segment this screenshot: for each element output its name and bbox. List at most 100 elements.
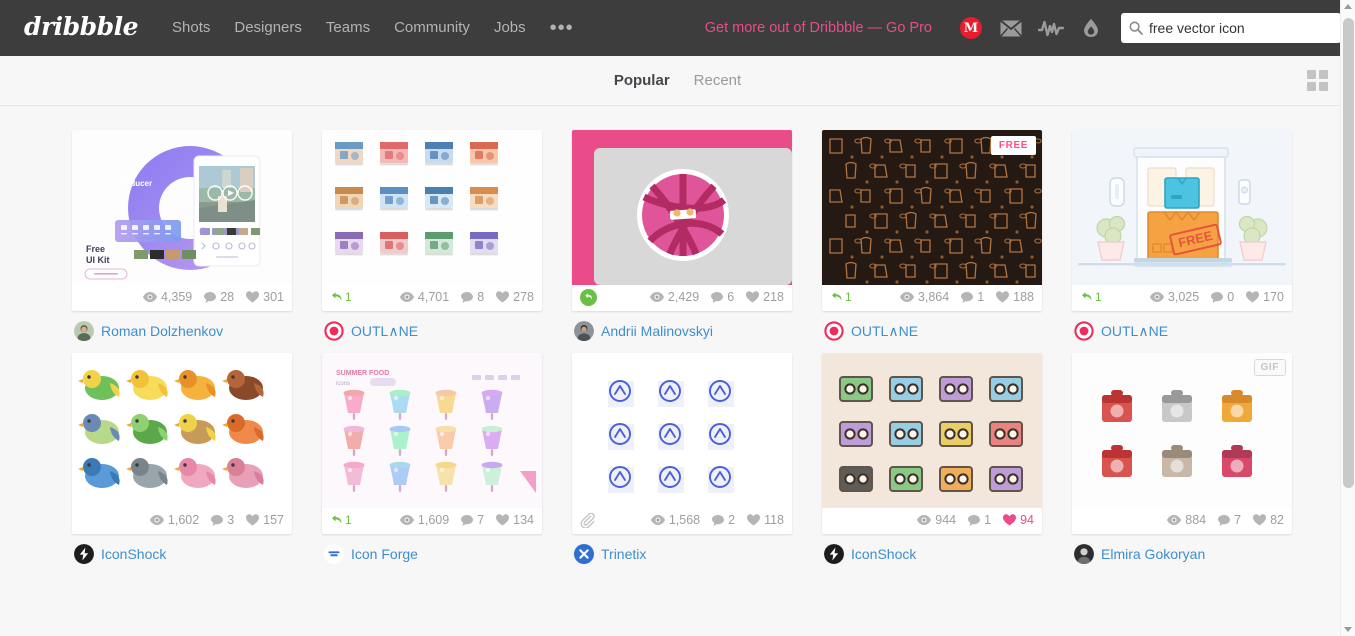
scroll-down-icon[interactable]: [1344, 627, 1352, 632]
likes-stat[interactable]: 278: [496, 290, 534, 304]
attachment-icon[interactable]: [580, 512, 595, 528]
avatar[interactable]: [574, 321, 594, 341]
author-name[interactable]: Elmira Gokoryan: [1101, 546, 1205, 562]
envelope-icon[interactable]: [994, 13, 1028, 43]
activity-icon[interactable]: [1034, 13, 1068, 43]
shot-item: GIF 884 7 82 Elmira Gokoryan: [1072, 353, 1292, 564]
likes-stat[interactable]: 94: [1003, 513, 1034, 527]
shot-thumbnail[interactable]: [572, 353, 792, 508]
grid-view-icon[interactable]: [1307, 70, 1329, 92]
avatar[interactable]: [74, 321, 94, 341]
search-box[interactable]: [1121, 13, 1341, 43]
shot-thumbnail[interactable]: SUMMER FOOD icons: [322, 353, 542, 508]
rebound-count: 1: [345, 513, 352, 527]
shot-grid: Video Producer Free UI Kit 4,359 28 301 …: [0, 106, 1355, 576]
likes-stat[interactable]: 170: [1246, 290, 1284, 304]
rebound-indicator[interactable]: 1: [330, 513, 352, 527]
author-name[interactable]: Roman Dolzhenkov: [101, 323, 223, 339]
shot-stats: 1,602 3 157: [138, 513, 284, 527]
svg-text:icons: icons: [336, 381, 350, 387]
shot-thumbnail[interactable]: FREE: [1072, 130, 1292, 285]
likes-count: 301: [263, 290, 284, 304]
shot-thumbnail[interactable]: [822, 353, 1042, 508]
shot-statbar: 1 3,864 1 188: [822, 285, 1042, 311]
shot-card[interactable]: SUMMER FOOD icons 1 1,609 7 134: [322, 353, 542, 534]
comments-count: 0: [1227, 290, 1235, 304]
likes-stat[interactable]: 301: [246, 290, 284, 304]
shot-thumbnail[interactable]: [322, 130, 542, 285]
author-name[interactable]: Andrii Malinovskyi: [601, 323, 713, 339]
author-name[interactable]: IconShock: [101, 546, 166, 562]
flame-icon[interactable]: [1074, 13, 1108, 43]
avatar[interactable]: [1074, 321, 1094, 341]
shot-card[interactable]: 1,568 2 118: [572, 353, 792, 534]
avatar[interactable]: [824, 321, 844, 341]
shot-thumbnail[interactable]: GIF: [1072, 353, 1292, 508]
comments-count: 8: [477, 290, 485, 304]
comments-stat: 7: [1218, 513, 1241, 527]
author-name[interactable]: Icon Forge: [351, 546, 418, 562]
user-avatar-photo: [1074, 544, 1094, 564]
shot-author: IconShock: [822, 544, 1042, 564]
shot-thumbnail[interactable]: [72, 353, 292, 508]
nav-more-icon[interactable]: •••: [538, 8, 586, 48]
nav-item-teams[interactable]: Teams: [314, 0, 382, 56]
author-name[interactable]: OUTL∧NE: [1101, 323, 1168, 340]
search-input[interactable]: [1149, 20, 1327, 36]
shot-card[interactable]: Video Producer Free UI Kit 4,359 28 301: [72, 130, 292, 311]
go-pro-link[interactable]: Get more out of Dribbble — Go Pro: [705, 20, 932, 36]
shot-statbar: 1,568 2 118: [572, 508, 792, 534]
comments-stat: 2: [712, 513, 735, 527]
shot-author: Icon Forge: [322, 544, 542, 564]
nav-item-shots[interactable]: Shots: [160, 0, 222, 56]
tab-popular[interactable]: Popular: [614, 72, 670, 89]
comments-count: 2: [728, 513, 736, 527]
shot-card[interactable]: 1,602 3 157: [72, 353, 292, 534]
avatar[interactable]: [74, 544, 94, 564]
shot-stats: 884 7 82: [1155, 513, 1284, 527]
author-name[interactable]: OUTL∧NE: [851, 323, 918, 340]
avatar[interactable]: [324, 544, 344, 564]
shot-card[interactable]: 944 1 94: [822, 353, 1042, 534]
author-name[interactable]: IconShock: [851, 546, 916, 562]
rebound-indicator[interactable]: 1: [330, 290, 352, 304]
views-count: 3,025: [1167, 290, 1200, 304]
author-name[interactable]: OUTL∧NE: [351, 323, 418, 340]
m-badge-icon[interactable]: M: [954, 13, 988, 43]
rebound-icon[interactable]: [580, 288, 597, 306]
shot-thumbnail[interactable]: [572, 130, 792, 285]
views-stat: 884: [1167, 513, 1206, 527]
shot-card[interactable]: FREE 1 3,025 0 170: [1072, 130, 1292, 311]
likes-stat[interactable]: 134: [496, 513, 534, 527]
shot-card[interactable]: 1 4,701 8 278: [322, 130, 542, 311]
nav-item-jobs[interactable]: Jobs: [482, 0, 538, 56]
views-stat: 1,568: [650, 513, 700, 527]
nav-item-designers[interactable]: Designers: [222, 0, 314, 56]
dribbble-logo[interactable]: dribbble: [24, 14, 139, 42]
avatar[interactable]: [1074, 544, 1094, 564]
shot-thumbnail[interactable]: Video Producer Free UI Kit: [72, 130, 292, 285]
tab-recent[interactable]: Recent: [694, 72, 742, 89]
rebound-indicator[interactable]: 1: [1080, 290, 1102, 304]
shot-card[interactable]: FREE 1 3,864 1 188: [822, 130, 1042, 311]
rebound-indicator[interactable]: 1: [830, 290, 852, 304]
scroll-up-icon[interactable]: [1344, 4, 1352, 9]
grid-cell: [1319, 82, 1328, 91]
avatar[interactable]: [324, 321, 344, 341]
shot-thumbnail[interactable]: FREE: [822, 130, 1042, 285]
shot-card[interactable]: 2,429 6 218: [572, 130, 792, 311]
shot-card[interactable]: GIF 884 7 82: [1072, 353, 1292, 534]
likes-stat[interactable]: 157: [246, 513, 284, 527]
page-scrollbar[interactable]: [1340, 0, 1355, 636]
likes-stat[interactable]: 82: [1253, 513, 1284, 527]
author-name[interactable]: Trinetix: [601, 546, 646, 562]
shot-statbar: 944 1 94: [822, 508, 1042, 534]
scrollbar-thumb[interactable]: [1343, 18, 1354, 488]
avatar[interactable]: [574, 544, 594, 564]
likes-stat[interactable]: 188: [996, 290, 1034, 304]
avatar[interactable]: [824, 544, 844, 564]
main-nav: Shots Designers Teams Community Jobs •••: [160, 0, 586, 56]
likes-stat[interactable]: 118: [747, 513, 784, 527]
nav-item-community[interactable]: Community: [382, 0, 482, 56]
likes-stat[interactable]: 218: [746, 290, 784, 304]
